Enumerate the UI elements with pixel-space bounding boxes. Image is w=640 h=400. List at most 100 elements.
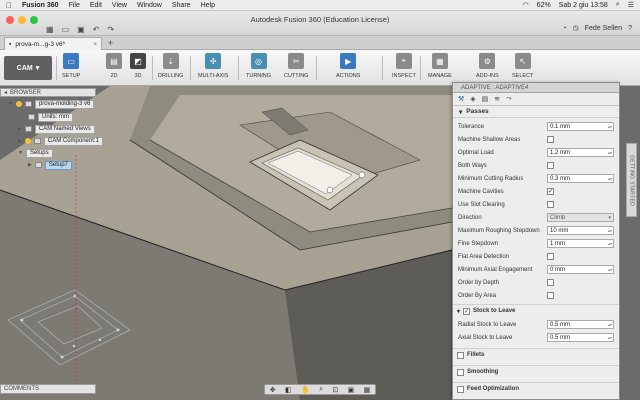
smoothing-header[interactable]: Smoothing <box>453 365 619 378</box>
file-icon[interactable]: ▭ <box>62 25 70 34</box>
field-checkbox[interactable] <box>547 162 554 169</box>
tool-addins[interactable]: ⚙ ADD-INS <box>476 53 499 79</box>
app-menu[interactable]: Fusion 360 <box>22 2 59 9</box>
wifi-icon[interactable]: ◠ <box>523 1 529 9</box>
tab-passes[interactable]: ≋ <box>494 95 500 103</box>
visibility-icon[interactable] <box>24 138 31 144</box>
tool-turning[interactable]: ◎ TURNING <box>246 53 271 79</box>
expand-icon[interactable]: ▼ <box>18 150 23 156</box>
tool-3d[interactable]: ◩ 3D <box>130 53 146 79</box>
browser-component[interactable]: ▶ CAM Component:1 <box>18 136 103 146</box>
field-checkbox[interactable] <box>547 136 554 143</box>
fillets-checkbox[interactable] <box>457 351 464 359</box>
browser-root[interactable]: ▼ prova-molding-3 v6 <box>8 99 95 109</box>
expand-icon[interactable]: ▶ <box>18 126 22 132</box>
collapse-icon[interactable]: ◂ <box>4 89 7 96</box>
feed-optimization-checkbox[interactable] <box>457 385 464 393</box>
field-input[interactable]: 1.2 mm ▴▾ <box>547 148 614 157</box>
spinner-icon[interactable]: ▴▾ <box>608 241 612 246</box>
menu-window[interactable]: Window <box>137 2 162 9</box>
tool-select[interactable]: ↖ SELECT <box>512 53 533 79</box>
spinner-icon[interactable]: ▴▾ <box>608 124 612 129</box>
pan-icon[interactable]: ✋ <box>301 386 310 394</box>
orbit-icon[interactable]: ✥ <box>270 386 276 394</box>
stock-to-leave-header[interactable]: ▾ ✓ Stock to Leave <box>453 304 619 317</box>
comments-panel[interactable]: COMMENTS <box>0 384 96 394</box>
close-tab-icon[interactable]: × <box>93 41 97 48</box>
redo-icon[interactable]: ↷ <box>107 25 114 34</box>
field-input[interactable]: 0.5 mm ▴▾ <box>547 333 614 342</box>
field-checkbox[interactable] <box>547 253 554 260</box>
save-icon[interactable]: ▣ <box>77 25 85 34</box>
zoom-icon[interactable]: ⌕ <box>319 386 323 394</box>
tool-multi-axis[interactable]: ✣ MULTI-AXIS <box>198 53 228 79</box>
field-input[interactable]: 10 mm ▴▾ <box>547 226 614 235</box>
grid-menu-icon[interactable]: ▦ <box>46 25 54 34</box>
battery-percent[interactable]: 62% <box>537 2 551 9</box>
field-input[interactable]: 0.5 mm ▴▾ <box>547 320 614 329</box>
expand-icon[interactable]: ▼ <box>8 101 13 107</box>
field-select[interactable]: Climb ▾ <box>547 213 614 222</box>
getting-started-tab[interactable]: GETTING STARTED <box>626 143 637 217</box>
field-input[interactable]: 0.3 mm ▴▾ <box>547 174 614 183</box>
tab-geometry[interactable]: ◈ <box>470 95 475 103</box>
field-input[interactable]: 1 mm ▴▾ <box>547 239 614 248</box>
menu-file[interactable]: File <box>69 2 80 9</box>
feed-optimization-header[interactable]: Feed Optimization <box>453 382 619 395</box>
field-checkbox[interactable] <box>547 292 554 299</box>
tool-drilling[interactable]: ⇣ DRILLING <box>158 53 183 79</box>
workspace-switcher[interactable]: CAM ▾ <box>4 56 52 80</box>
spinner-icon[interactable]: ▴▾ <box>608 322 612 327</box>
fillets-header[interactable]: Fillets <box>453 348 619 361</box>
menu-extras-icon[interactable]: ☰ <box>628 1 634 9</box>
look-icon[interactable]: ◧ <box>285 386 292 394</box>
menu-edit[interactable]: Edit <box>90 2 102 9</box>
search-icon[interactable]: ⌕ <box>616 1 620 9</box>
passes-header[interactable]: ▾ Passes <box>453 106 619 118</box>
tool-setup[interactable]: ▭ SETUP <box>62 53 80 79</box>
smoothing-checkbox[interactable] <box>457 368 464 376</box>
visibility-icon[interactable] <box>15 101 22 107</box>
tool-actions[interactable]: ▶ ACTIONS <box>336 53 360 79</box>
expand-icon[interactable]: ▶ <box>18 138 22 144</box>
menu-help[interactable]: Help <box>201 2 215 9</box>
menu-share[interactable]: Share <box>172 2 191 9</box>
browser-header[interactable]: ◂ BROWSER <box>0 88 96 97</box>
browser-units[interactable]: Units: mm <box>28 112 73 122</box>
tab-tool[interactable]: ⚒ <box>458 95 464 103</box>
fit-icon[interactable]: ⊡ <box>332 386 338 394</box>
tool-manage[interactable]: ▦ MANAGE <box>428 53 452 79</box>
tool-inspect[interactable]: ⌖ INSPECT <box>392 53 416 79</box>
clock[interactable]: Sab 2 giu 13:58 <box>559 2 608 9</box>
user-name[interactable]: Fede Sellen <box>585 25 622 32</box>
apple-menu-icon[interactable]:  <box>6 1 12 10</box>
field-checkbox[interactable] <box>547 201 554 208</box>
document-tab[interactable]: ▪ prova-m...g-3 v6* × <box>4 37 102 50</box>
tab-linking[interactable]: ⤳ <box>506 95 512 103</box>
browser-setup[interactable]: ▶ Setup7 <box>28 160 72 170</box>
spinner-icon[interactable]: ▴▾ <box>608 150 612 155</box>
tab-heights[interactable]: ▤ <box>482 95 489 103</box>
field-checkbox[interactable] <box>547 279 554 286</box>
grid-settings-icon[interactable]: ▦ <box>364 386 371 394</box>
browser-named-views[interactable]: ▶ CAM Named Views <box>18 124 95 134</box>
field-input[interactable]: 0 mm ▴▾ <box>547 265 614 274</box>
undo-icon[interactable]: ↶ <box>93 25 100 34</box>
spinner-icon[interactable]: ▴▾ <box>608 228 612 233</box>
spinner-icon[interactable]: ▴▾ <box>608 267 612 272</box>
expand-icon[interactable]: ▶ <box>28 162 32 168</box>
add-tab-icon[interactable]: + <box>108 38 113 48</box>
help-icon[interactable]: ? <box>628 25 632 32</box>
tool-2d[interactable]: ▤ 2D <box>106 53 122 79</box>
stock-to-leave-checkbox[interactable]: ✓ <box>463 307 471 315</box>
browser-setups[interactable]: ▼ Setups <box>18 148 53 158</box>
field-checkbox[interactable]: ✓ <box>547 188 554 195</box>
menu-view[interactable]: View <box>112 2 127 9</box>
extensions-icon[interactable]: ◔ <box>562 25 566 32</box>
tool-cutting[interactable]: ✂ CUTTING <box>284 53 308 79</box>
display-settings-icon[interactable]: ▣ <box>348 386 355 394</box>
spinner-icon[interactable]: ▴▾ <box>608 335 612 340</box>
spinner-icon[interactable]: ▴▾ <box>608 176 612 181</box>
job-status-icon[interactable]: ◷ <box>573 24 579 32</box>
field-input[interactable]: 0.1 mm ▴▾ <box>547 122 614 131</box>
